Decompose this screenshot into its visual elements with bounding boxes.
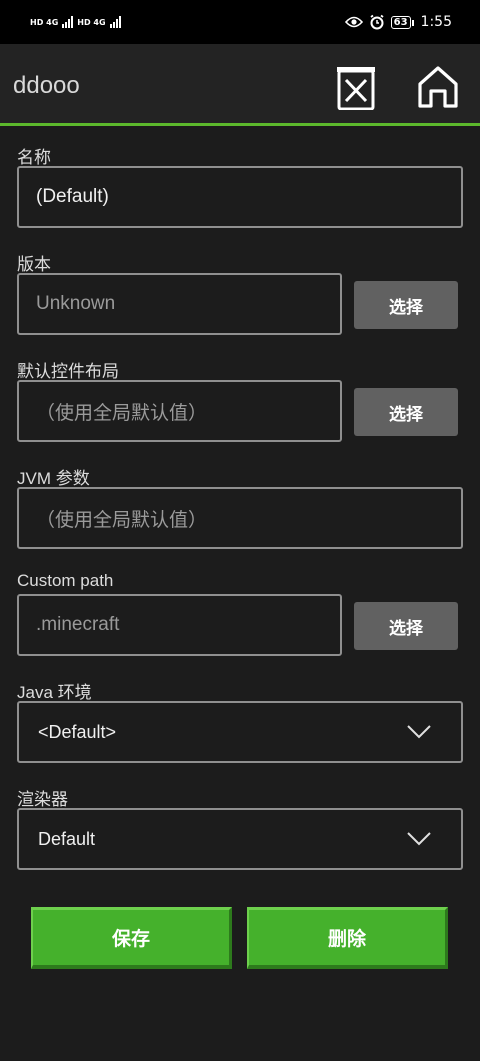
alarm-icon	[370, 14, 384, 30]
home-button[interactable]	[416, 64, 460, 110]
control-layout-input[interactable]: （使用全局默认值）	[17, 380, 342, 442]
name-label: 名称	[17, 148, 51, 167]
signal-icon	[62, 16, 74, 28]
renderer-value: Default	[38, 828, 96, 849]
java-env-select[interactable]: <Default>	[17, 701, 463, 763]
jvm-args-input[interactable]: （使用全局默认值）	[17, 487, 463, 549]
signal-icon	[109, 16, 121, 28]
name-value: (Default)	[36, 186, 109, 207]
jvm-args-label: JVM 参数	[17, 469, 90, 488]
trash-x-icon	[337, 67, 375, 111]
network-indicators: HD 4G HD 4G	[30, 16, 121, 28]
clock: 1:55	[420, 14, 452, 30]
java-env-label: Java 环境	[17, 683, 92, 702]
version-label: 版本	[17, 255, 51, 274]
version-select-button[interactable]: 选择	[354, 281, 458, 329]
control-layout-label: 默认控件布局	[17, 362, 119, 381]
control-layout-select-button[interactable]: 选择	[354, 388, 458, 436]
delete-version-button[interactable]	[334, 64, 378, 111]
renderer-select[interactable]: Default	[17, 808, 463, 870]
chevron-down-icon	[407, 725, 431, 739]
jvm-args-placeholder: （使用全局默认值）	[36, 509, 208, 531]
page-title: ddooo	[13, 72, 80, 99]
chevron-down-icon	[407, 832, 431, 846]
app-bar: ddooo	[0, 44, 480, 126]
version-placeholder: Unknown	[36, 293, 116, 314]
control-layout-placeholder: （使用全局默认值）	[36, 402, 208, 424]
custom-path-placeholder: .minecraft	[36, 614, 120, 635]
renderer-label: 渲染器	[17, 790, 68, 809]
java-env-value: <Default>	[38, 721, 117, 742]
save-button[interactable]: 保存	[31, 907, 232, 969]
custom-path-input[interactable]: .minecraft	[17, 594, 342, 656]
custom-path-select-button[interactable]: 选择	[354, 602, 458, 650]
network-type-1: HD 4G	[30, 17, 59, 27]
version-input[interactable]: Unknown	[17, 273, 342, 335]
battery-level: 63	[390, 15, 414, 29]
delete-button[interactable]: 删除	[247, 907, 448, 969]
eye-icon	[344, 16, 363, 28]
network-type-2: HD 4G	[77, 17, 106, 27]
custom-path-label: Custom path	[17, 571, 114, 590]
name-input[interactable]: (Default)	[17, 166, 463, 228]
status-bar: HD 4G HD 4G 63 1:55	[0, 0, 480, 44]
home-icon	[418, 66, 458, 108]
